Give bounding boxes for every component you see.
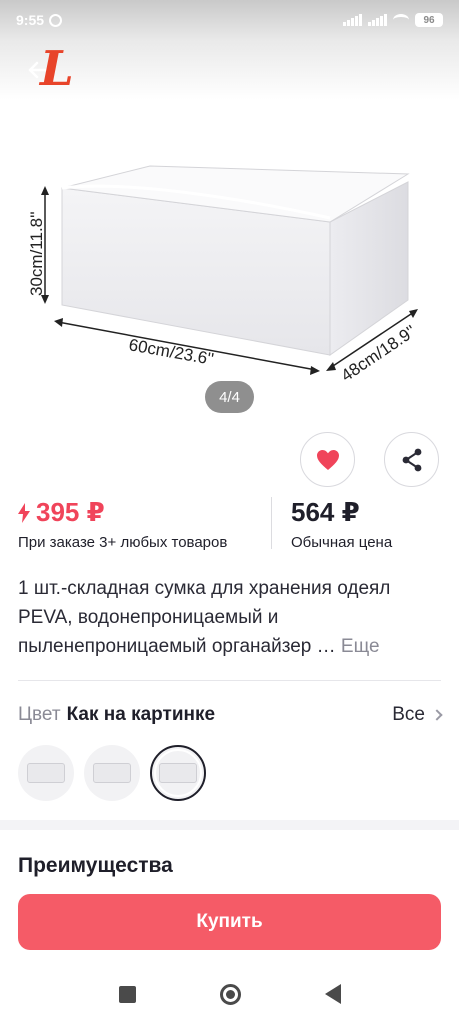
swatch-thumbnail bbox=[159, 763, 197, 783]
status-bar: 9:55 96 bbox=[0, 0, 459, 40]
price-divider bbox=[271, 497, 272, 549]
top-bar: L bbox=[0, 40, 459, 100]
promo-price: 395 ₽ bbox=[18, 497, 227, 528]
heart-icon bbox=[316, 449, 339, 470]
back-nav-button[interactable] bbox=[324, 984, 341, 1004]
height-label: 30cm/11.8'' bbox=[27, 211, 46, 296]
signal-icon-2 bbox=[368, 14, 387, 26]
slide-counter: 4/4 bbox=[205, 381, 254, 413]
regular-price-block: 564 ₽ Обычная цена bbox=[291, 497, 392, 551]
share-button[interactable] bbox=[384, 432, 439, 487]
all-colors-link[interactable]: Все bbox=[392, 704, 443, 726]
share-icon bbox=[402, 448, 421, 471]
alarm-icon bbox=[49, 13, 63, 27]
recents-button[interactable] bbox=[118, 985, 136, 1003]
regular-price: 564 ₽ bbox=[291, 497, 360, 527]
promo-price-block: 395 ₽ При заказе 3+ любых товаров bbox=[18, 497, 227, 551]
color-swatches bbox=[18, 745, 206, 801]
advantages-title: Преимущества bbox=[18, 854, 173, 877]
wifi-icon bbox=[393, 14, 409, 26]
divider bbox=[18, 680, 441, 681]
swatch-thumbnail bbox=[93, 763, 131, 783]
system-nav-bar bbox=[0, 964, 459, 1024]
buy-button[interactable]: Купить bbox=[18, 894, 441, 950]
brand-logo: L bbox=[40, 41, 74, 97]
regular-price-caption: Обычная цена bbox=[291, 534, 393, 551]
width-label: 60cm/23.6'' bbox=[127, 335, 215, 369]
product-description: 1 шт.-складная сумка для хранения одеял … bbox=[18, 574, 443, 661]
status-icons: 96 bbox=[343, 13, 443, 27]
status-time: 9:55 bbox=[16, 12, 45, 28]
color-swatch[interactable] bbox=[18, 745, 74, 801]
storage-bag-illustration: 30cm/11.8'' 60cm/23.6'' 48cm/18.9'' bbox=[27, 165, 419, 385]
color-value: Как на картинке bbox=[66, 704, 216, 725]
favorite-button[interactable] bbox=[300, 432, 355, 487]
more-link[interactable]: Еще bbox=[341, 636, 380, 657]
color-label: Цвет bbox=[18, 704, 61, 725]
section-separator bbox=[0, 820, 459, 830]
swatch-thumbnail bbox=[27, 763, 65, 783]
product-image[interactable]: 30cm/11.8'' 60cm/23.6'' 48cm/18.9'' bbox=[0, 100, 459, 420]
description-text: 1 шт.-складная сумка для хранения одеял … bbox=[18, 578, 391, 657]
color-swatch-selected[interactable] bbox=[150, 745, 206, 801]
promo-price-caption: При заказе 3+ любых товаров bbox=[18, 534, 228, 551]
signal-icon bbox=[343, 14, 362, 26]
color-swatch[interactable] bbox=[84, 745, 140, 801]
all-colors-label: Все bbox=[392, 704, 425, 725]
bolt-icon bbox=[18, 502, 30, 523]
home-button[interactable] bbox=[219, 983, 241, 1005]
battery-icon: 96 bbox=[415, 13, 443, 27]
promo-price-value: 395 ₽ bbox=[36, 497, 105, 527]
chevron-right-icon bbox=[431, 709, 443, 721]
color-selector-row[interactable]: Цвет Как на картинке Все bbox=[18, 700, 443, 730]
